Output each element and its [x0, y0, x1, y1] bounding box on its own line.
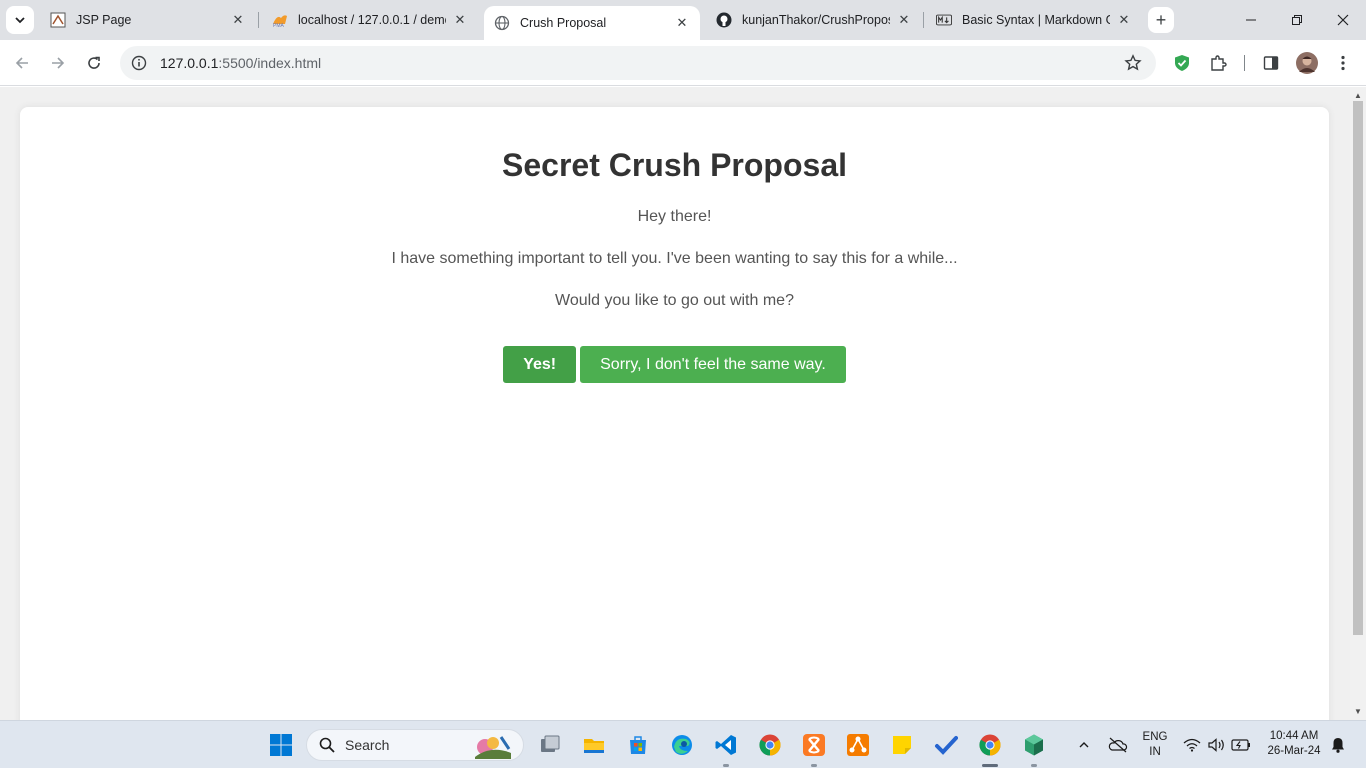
url-host: 127.0.0.1 [160, 55, 219, 71]
back-button[interactable] [8, 49, 36, 77]
tab-title: Basic Syntax | Markdown Gu [962, 13, 1110, 27]
toolbar-divider [1244, 55, 1245, 71]
extensions-puzzle-icon[interactable] [1205, 50, 1231, 76]
address-bar[interactable]: 127.0.0.1:5500/index.html [120, 46, 1156, 80]
tab-jsp-page[interactable]: JSP Page ✕ [40, 6, 256, 34]
region-code: IN [1149, 746, 1161, 758]
close-window-button[interactable] [1320, 0, 1366, 40]
show-hidden-icons-chevron-up-icon[interactable] [1068, 729, 1100, 761]
arrow-left-icon [15, 57, 28, 69]
windows-logo-icon [270, 734, 292, 756]
git-client-icon[interactable] [842, 729, 874, 761]
new-tab-button[interactable]: + [1148, 7, 1174, 33]
chrome-active-icon[interactable] [974, 729, 1006, 767]
tab-separator [258, 12, 259, 28]
restore-icon [1292, 15, 1302, 25]
globe-icon [494, 15, 510, 31]
clock-date: 26-Mar-24 [1267, 745, 1321, 757]
proposal-card: Secret Crush Proposal Hey there! I have … [20, 107, 1329, 720]
file-explorer-icon[interactable] [578, 729, 610, 761]
tab-title: JSP Page [76, 13, 132, 27]
browser-toolbar: 127.0.0.1:5500/index.html [0, 40, 1366, 86]
search-label: Search [345, 737, 390, 753]
microsoft-store-icon[interactable] [622, 729, 654, 761]
tab-title: kunjanThakor/CrushProposal [742, 13, 890, 27]
sticky-notes-icon[interactable] [886, 729, 918, 761]
restore-button[interactable] [1274, 0, 1320, 40]
start-button[interactable] [265, 729, 297, 761]
close-tab-icon[interactable]: ✕ [896, 12, 912, 28]
svg-text:PMA: PMA [273, 23, 285, 28]
page-viewport: Secret Crush Proposal Hey there! I have … [0, 87, 1366, 720]
reload-icon [88, 56, 100, 69]
clock[interactable]: 10:44 AM 26-Mar-24 [1260, 729, 1328, 759]
no-button[interactable]: Sorry, I don't feel the same way. [580, 346, 846, 383]
page-scrollbar[interactable]: ▲ ▼ [1350, 87, 1366, 720]
forward-button[interactable] [44, 49, 72, 77]
close-tab-icon[interactable]: ✕ [674, 15, 690, 31]
todo-check-icon[interactable] [930, 729, 962, 761]
vscode-icon[interactable] [710, 729, 742, 767]
chevron-down-icon [15, 17, 25, 24]
markdown-icon [936, 12, 952, 28]
tab-strip: JSP Page ✕ PMA localhost / 127.0.0.1 / d… [0, 0, 1366, 40]
yes-button[interactable]: Yes! [503, 346, 577, 383]
close-tab-icon[interactable]: ✕ [1116, 12, 1132, 28]
xampp-icon[interactable] [798, 729, 830, 767]
tab-markdown-guide[interactable]: Basic Syntax | Markdown Gu ✕ [926, 6, 1142, 34]
close-tab-icon[interactable]: ✕ [230, 12, 246, 28]
hexagon-app-icon[interactable] [1018, 729, 1050, 767]
reload-button[interactable] [80, 49, 108, 77]
search-highlight-icon [475, 736, 511, 759]
chrome-icon[interactable] [754, 729, 786, 761]
minimize-button[interactable] [1228, 0, 1274, 40]
windows-taskbar: Search ENG IN 10:44 AM 26-Mar-24 [0, 720, 1366, 768]
tab-title: localhost / 127.0.0.1 / demo [298, 13, 446, 27]
tab-phpmyadmin[interactable]: PMA localhost / 127.0.0.1 / demo ✕ [262, 6, 478, 34]
page-title: Secret Crush Proposal [502, 147, 847, 183]
site-info-icon[interactable] [122, 55, 156, 71]
url-text: 127.0.0.1:5500/index.html [160, 55, 321, 71]
search-icon [319, 737, 335, 753]
browser-menu-button[interactable] [1330, 50, 1356, 76]
message-text: I have something important to tell you. … [391, 250, 958, 267]
taskbar-search[interactable]: Search [306, 729, 524, 761]
input-language-indicator[interactable]: ENG IN [1138, 730, 1172, 760]
adblock-shield-icon[interactable] [1169, 50, 1195, 76]
greeting-text: Hey there! [637, 208, 712, 225]
task-view-icon[interactable] [534, 729, 566, 761]
github-icon [716, 12, 732, 28]
scroll-up-arrow-icon[interactable]: ▲ [1354, 91, 1362, 100]
scrollbar-thumb[interactable] [1353, 101, 1363, 635]
profile-avatar[interactable] [1294, 50, 1320, 76]
question-text: Would you like to go out with me? [555, 292, 794, 309]
scroll-down-arrow-icon[interactable]: ▼ [1354, 707, 1362, 716]
tab-search-button[interactable] [6, 6, 34, 34]
battery-charging-icon[interactable] [1227, 729, 1255, 761]
answer-buttons: Yes! Sorry, I don't feel the same way. [20, 346, 1329, 383]
bookmark-star-icon[interactable] [1124, 54, 1142, 77]
tab-separator [923, 12, 924, 28]
arrow-right-icon [52, 57, 65, 69]
side-panel-icon[interactable] [1258, 50, 1284, 76]
kebab-menu-icon [1341, 55, 1345, 71]
wifi-icon[interactable] [1178, 729, 1206, 761]
minimize-icon [1246, 19, 1256, 21]
tab-crush-proposal[interactable]: Crush Proposal ✕ [484, 6, 700, 40]
close-icon [1337, 14, 1349, 26]
tab-github[interactable]: kunjanThakor/CrushProposal ✕ [706, 6, 922, 34]
jsp-favicon-icon [50, 12, 66, 28]
onedrive-offline-icon[interactable] [1102, 729, 1134, 761]
url-path: :5500/index.html [218, 55, 322, 71]
plus-icon: + [1155, 9, 1167, 30]
phpmyadmin-favicon-icon: PMA [272, 12, 288, 28]
language-code: ENG [1142, 731, 1168, 743]
notification-bell-icon[interactable] [1326, 729, 1350, 761]
edge-browser-icon[interactable] [666, 729, 698, 761]
close-tab-icon[interactable]: ✕ [452, 12, 468, 28]
tab-title: Crush Proposal [520, 16, 607, 30]
clock-time: 10:44 AM [1269, 730, 1319, 742]
